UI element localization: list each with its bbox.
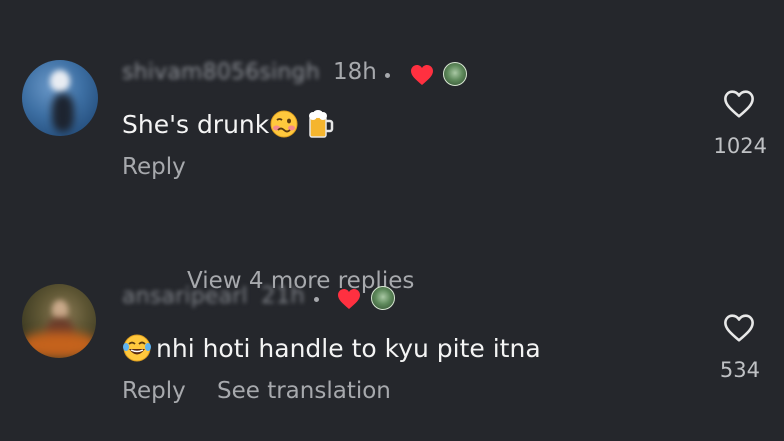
comment-text: nhi hoti handle to kyu pite itna — [122, 333, 541, 363]
reply-button[interactable]: Reply — [122, 378, 186, 404]
comment-text-content: She's drunk — [122, 110, 270, 139]
face-with-tears-of-joy-icon — [123, 334, 151, 362]
author-liked-heart-icon — [411, 65, 433, 85]
author-avatar-icon — [443, 62, 467, 86]
comment-item: shivam8056singh 18h She's drunk Reply 10… — [0, 56, 784, 294]
author-avatar-icon — [371, 286, 395, 310]
comment-time: 21h — [261, 283, 305, 309]
avatar[interactable] — [22, 60, 98, 136]
reply-button[interactable]: Reply — [122, 154, 186, 180]
comment-text: She's drunk — [122, 109, 335, 139]
like-count: 1024 — [713, 134, 767, 158]
comments-screen: shivam8056singh 18h She's drunk Reply 10… — [0, 0, 784, 441]
beer-mug-icon — [309, 110, 334, 138]
woozy-face-icon — [270, 110, 298, 138]
like-heart-icon[interactable] — [722, 313, 756, 343]
comment-time: 18h — [333, 59, 377, 85]
comment-item: ansaripearl 21h nhi hoti handle to kyu p… — [0, 280, 784, 430]
comment-text-content: nhi hoti handle to kyu pite itna — [156, 334, 541, 363]
avatar[interactable] — [22, 284, 96, 358]
like-heart-icon[interactable] — [722, 89, 756, 119]
separator-dot — [314, 297, 319, 302]
author-liked-heart-icon — [338, 289, 360, 309]
see-translation-button[interactable]: See translation — [217, 378, 391, 404]
username[interactable]: ansaripearl — [122, 284, 248, 309]
like-count: 534 — [719, 358, 760, 382]
username[interactable]: shivam8056singh — [122, 60, 320, 85]
separator-dot — [385, 73, 390, 78]
